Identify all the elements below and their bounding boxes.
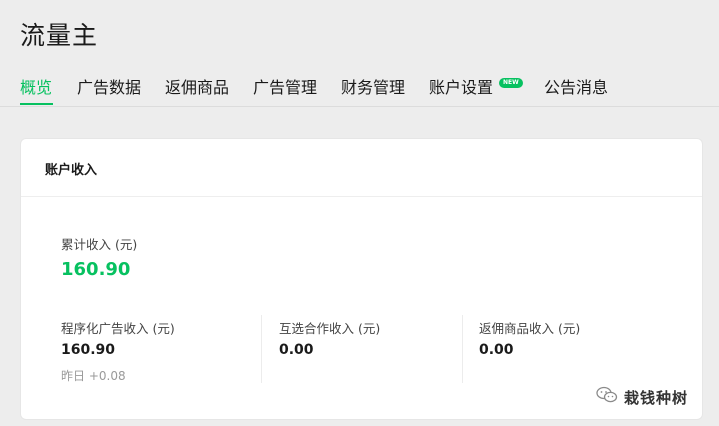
new-badge: NEW: [499, 78, 523, 88]
tab-overview[interactable]: 概览: [20, 74, 52, 98]
card-title: 账户收入: [45, 163, 98, 178]
tab-announcements[interactable]: 公告消息: [544, 74, 608, 98]
tab-account-settings[interactable]: 账户设置: [429, 74, 493, 98]
total-income-label: 累计收入 (元): [61, 237, 138, 252]
tab-ad-data[interactable]: 广告数据: [77, 74, 141, 98]
commission-product-income-label: 返佣商品收入 (元): [479, 321, 581, 336]
column-divider: [261, 315, 262, 383]
tab-finance-management[interactable]: 财务管理: [341, 74, 405, 98]
app-title: 流量主: [20, 21, 99, 50]
tab-commission-products[interactable]: 返佣商品: [165, 74, 229, 98]
commission-product-income-value: 0.00: [479, 342, 514, 358]
watermark: 栽钱种树: [596, 386, 688, 408]
programmatic-ad-income-value: 160.90: [61, 342, 116, 358]
card-header: 账户收入: [21, 139, 702, 197]
programmatic-ad-income-label: 程序化广告收入 (元): [61, 321, 175, 336]
watermark-text: 栽钱种树: [624, 388, 689, 407]
mutual-selection-income-value: 0.00: [279, 342, 314, 358]
tab-bar: 概览 广告数据 返佣商品 广告管理 财务管理 账户设置 NEW 公告消息: [0, 70, 719, 107]
total-income-value: 160.90: [61, 259, 131, 280]
account-income-card: 账户收入 累计收入 (元) 160.90 程序化广告收入 (元) 160.90 …: [20, 138, 703, 420]
wechat-icon: [596, 386, 618, 408]
column-divider: [462, 315, 463, 383]
active-tab-indicator: [20, 103, 53, 105]
tab-ad-management[interactable]: 广告管理: [253, 74, 317, 98]
page: 流量主 概览 广告数据 返佣商品 广告管理 财务管理 账户设置 NEW 公告消息…: [0, 0, 719, 426]
yesterday-change: 昨日 +0.08: [61, 369, 126, 383]
mutual-selection-income-label: 互选合作收入 (元): [279, 321, 381, 336]
